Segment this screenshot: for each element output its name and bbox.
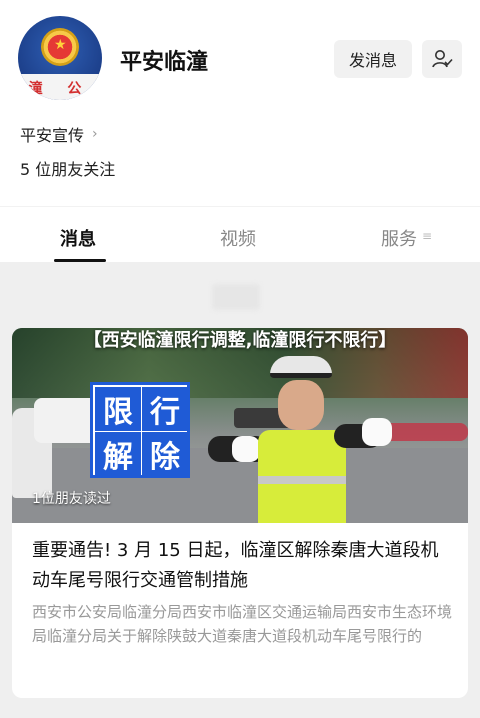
user-check-icon xyxy=(432,50,453,68)
tab-services[interactable]: 服务 xyxy=(381,225,417,251)
sign-char: 行 xyxy=(142,387,188,431)
article-summary: 西安市公安局临潼分局西安市临潼区交通运输局西安市生态环境局临潼分局关于解除陕鼓大… xyxy=(32,603,453,645)
category-label: 平安宣传 xyxy=(20,126,85,145)
traffic-officer-figure xyxy=(208,356,392,523)
sign-char: 除 xyxy=(142,432,188,476)
account-category-link[interactable]: 平安宣传 › xyxy=(20,122,98,146)
account-name: 平安临潼 xyxy=(120,50,209,75)
tab-bar: 消息 视频 服务 ≡ xyxy=(0,206,480,262)
friends-follow-count: 5 位朋友关注 xyxy=(20,160,116,179)
article-headline[interactable]: 重要通告! 3 月 15 日起，临潼区解除秦唐大道段机动车尾号限行交通管制措施 xyxy=(32,536,452,596)
article-card[interactable]: 限 行 解 除 【西安临潼限行调整,临潼限行不限行】 1位朋友读过 重要通告! … xyxy=(12,328,468,698)
tab-messages[interactable]: 消息 xyxy=(60,225,96,251)
article-cover-image: 限 行 解 除 【西安临潼限行调整,临潼限行不限行】 1位朋友读过 xyxy=(12,328,468,523)
account-header: ★ 潼 公 平安临潼 发消息 平安宣传 › 5 位朋友关注 xyxy=(0,0,480,205)
send-message-button[interactable]: 发消息 xyxy=(334,40,412,78)
star-icon: ★ xyxy=(54,37,67,53)
message-feed: 限 行 解 除 【西安临潼限行调整,临潼限行不限行】 1位朋友读过 重要通告! … xyxy=(0,262,480,718)
restriction-lifted-sign: 限 行 解 除 xyxy=(90,382,190,478)
follow-button[interactable] xyxy=(422,40,462,78)
friends-read-count: 1位朋友读过 xyxy=(32,491,111,507)
tab-videos[interactable]: 视频 xyxy=(220,225,256,251)
sign-char: 限 xyxy=(95,387,141,431)
chevron-right-icon: › xyxy=(92,126,98,142)
timestamp-blurred xyxy=(212,284,260,310)
sign-char: 解 xyxy=(95,432,141,476)
account-avatar[interactable]: ★ 潼 公 xyxy=(18,16,102,100)
avatar-badge-text: 潼 公 xyxy=(28,81,92,97)
menu-icon: ≡ xyxy=(422,229,433,243)
image-title: 【西安临潼限行调整,临潼限行不限行】 xyxy=(83,330,397,351)
